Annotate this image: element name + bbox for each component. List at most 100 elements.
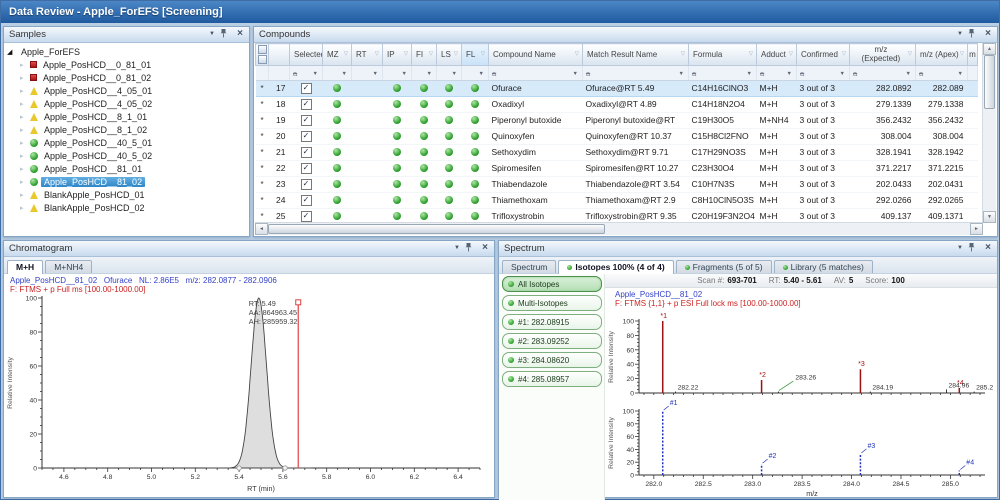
- filter-cell[interactable]: ▼: [411, 65, 437, 81]
- filter-cell[interactable]: a ▼: [582, 65, 689, 81]
- selected-cell[interactable]: ✓: [289, 112, 323, 129]
- column-header-rt[interactable]: RT ▽: [351, 43, 383, 66]
- tab-fragments-5-of-5-[interactable]: Fragments (5 of 5): [675, 260, 772, 273]
- sample-item[interactable]: ▸ Apple_PosHCD__4_05_01: [7, 84, 249, 97]
- scrollbar-thumb[interactable]: [984, 55, 995, 109]
- filter-dropdown-icon[interactable]: ▼: [679, 71, 684, 77]
- sample-item[interactable]: ▸ BlankApple_PosHCD_01: [7, 188, 249, 201]
- tab-m-nh4[interactable]: M+NH4: [45, 260, 93, 273]
- selected-cell[interactable]: ✓: [289, 144, 323, 161]
- filter-funnel-icon[interactable]: ▽: [375, 51, 379, 57]
- pin-icon[interactable]: [220, 29, 232, 40]
- filter-cell[interactable]: a ▼: [756, 65, 797, 81]
- sample-item[interactable]: ▸ Apple_PosHCD__0_81_01: [7, 58, 249, 71]
- column-header-m-z-expected-[interactable]: m/z (Expected) ▽: [849, 43, 916, 66]
- compound-row[interactable]: * 23 ✓ Thiabendazole Thiabendazole@RT 3.54 C1…: [255, 176, 978, 193]
- filter-dropdown-icon[interactable]: ▼: [479, 71, 484, 77]
- isotope-button-all-isotopes[interactable]: All Isotopes: [502, 276, 602, 292]
- chevron-down-icon[interactable]: ▼: [954, 29, 966, 40]
- selected-cell[interactable]: ✓: [289, 128, 323, 145]
- selected-cell[interactable]: ✓: [289, 192, 323, 209]
- pin-icon[interactable]: [968, 243, 980, 254]
- filter-dropdown-icon[interactable]: ▼: [402, 71, 407, 77]
- tree-collapsed-icon[interactable]: ▸: [20, 165, 27, 173]
- filter-cell[interactable]: ▼: [351, 65, 383, 81]
- filter-cell[interactable]: a ▼: [849, 65, 916, 81]
- close-icon[interactable]: ×: [234, 29, 246, 40]
- checkbox-checked-icon[interactable]: ✓: [300, 98, 312, 110]
- column-chooser-icon[interactable]: [255, 43, 269, 66]
- filter-cell[interactable]: ▼: [436, 65, 462, 81]
- compound-row[interactable]: * 17 ✓ Ofurace Ofurace@RT 5.49 C14H16ClNO3 M+H…: [255, 79, 978, 97]
- tree-collapsed-icon[interactable]: ▸: [20, 87, 27, 95]
- chromatogram-plot[interactable]: 0 20 40 60 80 100 4.6 4.8 5.0 5.2 5.4 5.6 5.8 6.0 6.2 6…: [4, 294, 490, 494]
- tree-collapsed-icon[interactable]: ▸: [20, 113, 27, 121]
- checkbox-checked-icon[interactable]: ✓: [300, 82, 312, 94]
- row-expander-icon[interactable]: *: [255, 128, 269, 145]
- checkbox-checked-icon[interactable]: ✓: [300, 146, 312, 158]
- sample-item[interactable]: ▸ Apple_PosHCD__8_1_02: [7, 123, 249, 136]
- tab-library-5-matches-[interactable]: Library (5 matches): [773, 260, 873, 273]
- tab-isotopes-100-4-of-4-[interactable]: Isotopes 100% (4 of 4): [558, 260, 674, 274]
- vertical-scrollbar[interactable]: ▲ ▼: [982, 43, 996, 223]
- column-header-fl[interactable]: FL ▽: [461, 43, 489, 66]
- tree-collapsed-icon[interactable]: ▸: [20, 74, 27, 82]
- compound-row[interactable]: * 19 ✓ Piperonyl butoxide Piperonyl butoxide…: [255, 112, 978, 129]
- filter-funnel-icon[interactable]: ▽: [429, 51, 433, 57]
- row-expander-icon[interactable]: *: [255, 79, 269, 97]
- filter-dropdown-icon[interactable]: ▼: [452, 71, 457, 77]
- filter-cell[interactable]: ▼: [322, 65, 352, 81]
- filter-row[interactable]: a ▼ ▼ ▼ ▼ ▼ ▼ ▼ a ▼ a ▼ a ▼ a ▼ a ▼ a ▼ a ▼: [255, 65, 978, 81]
- scroll-left-icon[interactable]: ◄: [255, 223, 268, 235]
- column-header-mz[interactable]: MZ ▽: [322, 43, 352, 66]
- filter-cell[interactable]: a ▼: [688, 65, 757, 81]
- filter-dropdown-icon[interactable]: ▼: [427, 71, 432, 77]
- sample-item[interactable]: ▸ Apple_PosHCD__81_02: [7, 175, 249, 188]
- close-icon[interactable]: ×: [982, 243, 994, 254]
- selected-cell[interactable]: ✓: [289, 160, 323, 177]
- column-header-confirmed[interactable]: Confirmed ▽: [796, 43, 850, 66]
- filter-funnel-icon[interactable]: ▽: [575, 51, 579, 57]
- filter-funnel-icon[interactable]: ▽: [404, 51, 408, 57]
- sample-item[interactable]: ▸ Apple_PosHCD__81_01: [7, 162, 249, 175]
- measured-spectrum-plot[interactable]: 020406080100Relative Intensity*1*2*3*428…: [605, 309, 993, 399]
- tree-collapsed-icon[interactable]: ▸: [20, 61, 27, 69]
- chevron-down-icon[interactable]: ▼: [451, 243, 463, 254]
- filter-cell[interactable]: [268, 65, 290, 81]
- theoretical-spectrum-plot[interactable]: 0 20 40 60 80 100 282.0 282.5 283.0 283.5 284.0 284…: [605, 399, 993, 499]
- close-icon[interactable]: ×: [982, 29, 994, 40]
- filter-dropdown-icon[interactable]: ▼: [342, 71, 347, 77]
- tab-m-h[interactable]: M+H: [7, 260, 44, 274]
- scroll-up-icon[interactable]: ▲: [983, 43, 996, 55]
- filter-funnel-icon[interactable]: ▽: [681, 51, 685, 57]
- tree-expanded-icon[interactable]: ◢: [7, 48, 15, 56]
- row-expander-icon[interactable]: *: [255, 208, 269, 223]
- scroll-right-icon[interactable]: ►: [970, 223, 983, 235]
- sample-item[interactable]: ▸ BlankApple_PosHCD_02: [7, 201, 249, 214]
- tree-collapsed-icon[interactable]: ▸: [20, 191, 27, 199]
- isotope-button--4-285-08957[interactable]: #4: 285.08957: [502, 371, 602, 387]
- sample-item[interactable]: ▸ Apple_PosHCD__0_81_02: [7, 71, 249, 84]
- filter-cell[interactable]: [967, 65, 978, 81]
- checkbox-checked-icon[interactable]: ✓: [300, 114, 312, 126]
- filter-funnel-icon[interactable]: ▽: [908, 51, 912, 57]
- scroll-down-icon[interactable]: ▼: [983, 211, 996, 223]
- filter-cell[interactable]: [255, 65, 269, 81]
- column-header-ip[interactable]: IP ▽: [382, 43, 412, 66]
- filter-funnel-icon[interactable]: ▽: [789, 51, 793, 57]
- horizontal-scrollbar[interactable]: ◄ ►: [255, 222, 983, 235]
- filter-dropdown-icon[interactable]: ▼: [373, 71, 378, 77]
- chevron-down-icon[interactable]: ▼: [206, 29, 218, 40]
- column-header-ls[interactable]: LS ▽: [436, 43, 462, 66]
- filter-dropdown-icon[interactable]: ▼: [840, 71, 845, 77]
- filter-dropdown-icon[interactable]: ▼: [313, 71, 318, 77]
- filter-cell[interactable]: a ▼: [488, 65, 583, 81]
- tree-collapsed-icon[interactable]: ▸: [20, 126, 27, 134]
- row-expander-icon[interactable]: *: [255, 112, 269, 129]
- checkbox-checked-icon[interactable]: ✓: [300, 178, 312, 190]
- filter-dropdown-icon[interactable]: ▼: [906, 71, 911, 77]
- column-header-fi[interactable]: FI ▽: [411, 43, 437, 66]
- column-header-adduct[interactable]: Adduct ▽: [756, 43, 797, 66]
- column-header-selected[interactable]: Selected▽: [289, 43, 323, 66]
- column-header-compound-name[interactable]: Compound Name ▽: [488, 43, 583, 66]
